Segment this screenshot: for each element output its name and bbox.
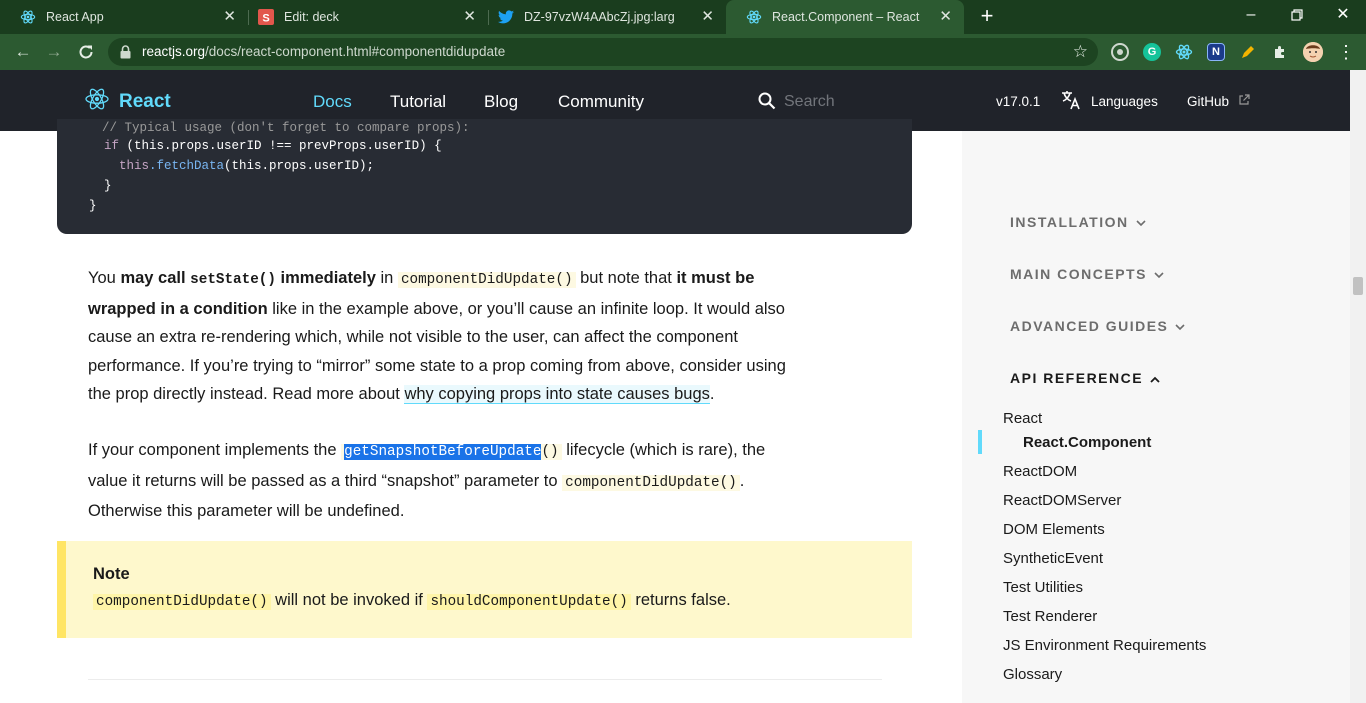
chevron-down-icon xyxy=(1175,318,1185,334)
code-line: this.fetchData(this.props.userID); xyxy=(119,159,375,173)
svg-text:S: S xyxy=(262,13,269,25)
sidebar-section-installation[interactable]: INSTALLATION xyxy=(1010,214,1146,230)
paragraph-snapshot: If your component implements the getSnap… xyxy=(88,441,766,520)
sidebar-item-dom-elements[interactable]: DOM Elements xyxy=(1003,521,1105,538)
sidebar-section-main-concepts[interactable]: MAIN CONCEPTS xyxy=(1010,266,1164,282)
selected-text: getSnapshotBeforeUpdate xyxy=(344,444,542,460)
twitter-favicon-icon xyxy=(498,9,514,25)
sidebar-item-react-component[interactable]: React.Component xyxy=(1023,434,1151,451)
minimize-button[interactable]: – xyxy=(1236,3,1266,27)
pencil-extension-icon[interactable] xyxy=(1239,43,1257,61)
note-callout: Note componentDidUpdate() will not be in… xyxy=(57,541,912,638)
back-button[interactable]: ← xyxy=(12,41,34,63)
tab-close-icon[interactable]: ✕ xyxy=(701,9,714,25)
sidebar-section-api-reference[interactable]: API REFERENCE xyxy=(1010,370,1160,386)
n-extension-icon[interactable]: N xyxy=(1207,43,1225,61)
sidebar-item-react[interactable]: React xyxy=(1003,410,1042,427)
react-logo-icon xyxy=(85,87,109,116)
translate-icon xyxy=(1060,89,1082,116)
paragraph-setstate: You may call setState() immediately in c… xyxy=(88,269,786,404)
code-line: } xyxy=(89,199,97,213)
tab-react-component[interactable]: React.Component – React ✕ xyxy=(726,0,964,34)
restore-button[interactable] xyxy=(1282,3,1312,27)
chevron-down-icon xyxy=(1136,214,1146,230)
main-content: // Typical usage (don't forget to compar… xyxy=(0,119,962,703)
active-item-indicator xyxy=(978,430,982,454)
tab-title: Edit: deck xyxy=(284,10,339,24)
note-body: componentDidUpdate() will not be invoked… xyxy=(93,591,731,610)
nav-link-blog[interactable]: Blog xyxy=(484,92,518,112)
sidebar-item-test-renderer[interactable]: Test Renderer xyxy=(1003,608,1097,625)
profile-avatar[interactable] xyxy=(1303,42,1323,62)
tab-close-icon[interactable]: ✕ xyxy=(463,9,476,25)
url-text: reactjs.org/docs/react-component.html#co… xyxy=(142,44,506,59)
nav-link-docs[interactable]: Docs xyxy=(313,92,352,112)
reload-button[interactable] xyxy=(75,41,97,63)
grammarly-extension-icon[interactable]: G xyxy=(1143,43,1161,61)
tab-edit-deck[interactable]: S Edit: deck ✕ xyxy=(238,0,488,34)
code-line: if (this.props.userID !== prevProps.user… xyxy=(104,139,442,153)
tab-title: React App xyxy=(46,10,104,24)
tab-twitter-image[interactable]: DZ-97vzW4AAbcZj.jpg:large (167 ✕ xyxy=(478,0,726,34)
new-tab-button[interactable]: + xyxy=(977,5,997,29)
react-favicon-icon xyxy=(20,9,36,25)
chevron-down-icon xyxy=(1154,266,1164,282)
extensions-puzzle-icon[interactable] xyxy=(1271,43,1289,61)
lock-icon xyxy=(120,45,131,64)
tab-close-icon[interactable]: ✕ xyxy=(223,9,236,25)
extension-record-icon[interactable] xyxy=(1111,43,1129,61)
code-line: // Typical usage (don't forget to compar… xyxy=(87,121,470,135)
sidebar-item-glossary[interactable]: Glossary xyxy=(1003,666,1062,683)
code-line: } xyxy=(104,179,112,193)
search-icon[interactable] xyxy=(758,92,776,115)
slides-favicon-icon: S xyxy=(258,9,274,25)
docs-sidebar: INSTALLATION MAIN CONCEPTS ADVANCED GUID… xyxy=(962,131,1350,703)
brand-name: React xyxy=(119,90,171,112)
tab-close-icon[interactable]: ✕ xyxy=(939,9,952,25)
url-bar[interactable]: reactjs.org/docs/react-component.html#co… xyxy=(108,38,1098,66)
getsnapshot-code: getSnapshotBeforeUpdate() xyxy=(341,444,562,460)
react-favicon-icon xyxy=(746,9,762,25)
react-devtools-icon[interactable] xyxy=(1175,43,1193,61)
tab-title: React.Component – React xyxy=(772,10,920,24)
chevron-up-icon xyxy=(1150,370,1160,386)
copying-props-link[interactable]: why copying props into state causes bugs xyxy=(404,385,710,404)
nav-link-community[interactable]: Community xyxy=(558,92,644,112)
sidebar-item-js-environment[interactable]: JS Environment Requirements xyxy=(1003,637,1206,654)
sidebar-item-syntheticevent[interactable]: SyntheticEvent xyxy=(1003,550,1103,567)
search-input[interactable]: Search xyxy=(784,93,835,111)
code-block: // Typical usage (don't forget to compar… xyxy=(57,119,912,234)
github-link[interactable]: GitHub xyxy=(1187,94,1229,109)
version-link[interactable]: v17.0.1 xyxy=(996,94,1040,109)
react-logo-link[interactable]: React xyxy=(85,87,171,116)
close-window-button[interactable]: ✕ xyxy=(1328,3,1358,27)
sidebar-item-reactdom[interactable]: ReactDOM xyxy=(1003,463,1077,480)
sidebar-item-reactdomserver[interactable]: ReactDOMServer xyxy=(1003,492,1121,509)
tab-title: DZ-97vzW4AAbcZj.jpg:large (167 xyxy=(524,10,674,24)
scrollbar-thumb[interactable] xyxy=(1353,277,1363,295)
sidebar-item-test-utilities[interactable]: Test Utilities xyxy=(1003,579,1083,596)
address-toolbar: ← → reactjs.org/docs/react-component.htm… xyxy=(0,34,1366,70)
forward-button[interactable]: → xyxy=(43,41,65,63)
tab-react-app[interactable]: React App ✕ xyxy=(0,0,248,34)
divider xyxy=(88,679,882,680)
browser-tab-bar: React App ✕ S Edit: deck ✕ DZ-97vzW4AAbc… xyxy=(0,0,1366,34)
note-title: Note xyxy=(93,565,130,583)
external-link-icon xyxy=(1238,93,1250,111)
sidebar-section-advanced-guides[interactable]: ADVANCED GUIDES xyxy=(1010,318,1185,334)
browser-menu-icon[interactable]: ⋮ xyxy=(1337,42,1355,62)
nav-link-tutorial[interactable]: Tutorial xyxy=(390,92,446,112)
languages-link[interactable]: Languages xyxy=(1091,94,1158,109)
bookmark-star-icon[interactable]: ☆ xyxy=(1073,42,1088,62)
page-scrollbar[interactable] xyxy=(1350,70,1366,703)
